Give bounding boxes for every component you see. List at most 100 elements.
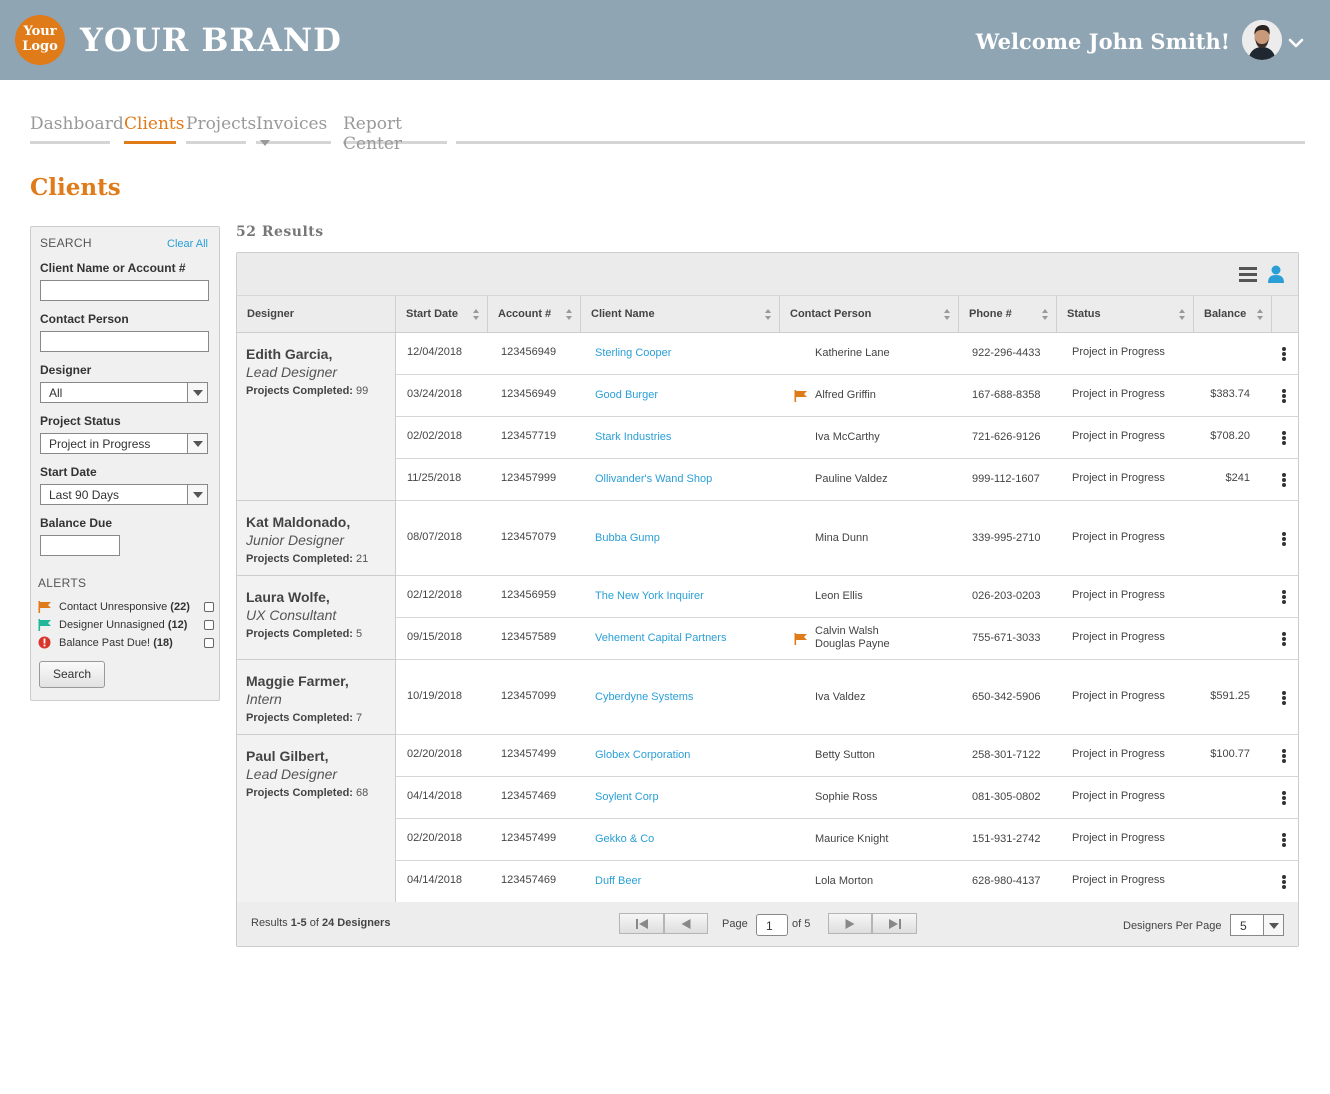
balance-due-input[interactable] — [40, 535, 120, 556]
more-options-icon[interactable] — [1282, 473, 1286, 487]
search-button[interactable]: Search — [39, 661, 105, 688]
alert-label-text: Contact Unresponsive — [59, 601, 168, 613]
client-name-link[interactable]: Sterling Cooper — [595, 347, 671, 360]
alert-label-text: Balance Past Due! — [59, 637, 151, 649]
col-balance[interactable]: Balance — [1194, 296, 1272, 332]
more-options-icon[interactable] — [1282, 875, 1286, 889]
col-client-name[interactable]: Client Name — [581, 296, 780, 332]
tab-report-center[interactable]: Report Center — [343, 110, 447, 154]
designer-role: UX Consultant — [246, 607, 337, 623]
table-row[interactable]: 04/14/2018 123457469 Duff Beer Lola Morton 6… — [396, 861, 1298, 903]
brand-logo[interactable]: Your Logo — [15, 15, 65, 65]
client-name-link[interactable]: Vehement Capital Partners — [595, 632, 726, 645]
more-options-icon[interactable] — [1282, 691, 1286, 705]
table-row[interactable]: 11/25/2018 123457999 Ollivander's Wand Sho… — [396, 459, 1298, 501]
clear-all-link[interactable]: Clear All — [167, 238, 208, 250]
sort-icon[interactable] — [473, 309, 479, 320]
alert-checkbox[interactable] — [204, 638, 214, 648]
start-date-cell: 02/20/2018 — [407, 748, 463, 760]
list-view-icon[interactable] — [1239, 267, 1257, 282]
more-options-icon[interactable] — [1282, 431, 1286, 445]
dropdown-arrow-icon[interactable] — [1263, 915, 1283, 935]
tab-dashboard[interactable]: Dashboard — [30, 110, 124, 144]
start-date-label: Start Date — [40, 465, 97, 479]
start-date-select[interactable]: Last 90 Days — [40, 484, 208, 505]
project-status-select[interactable]: Project in Progress — [40, 433, 208, 454]
account-cell: 123457469 — [501, 874, 557, 886]
more-options-icon[interactable] — [1282, 389, 1286, 403]
client-name-link[interactable]: Gekko & Co — [595, 833, 654, 846]
tab-clients[interactable]: Clients — [124, 110, 184, 144]
status-cell: Project in Progress — [1072, 346, 1165, 358]
next-page-button[interactable] — [828, 913, 872, 934]
tab-label: Dashboard — [30, 114, 124, 134]
client-name-link[interactable]: Duff Beer — [595, 875, 641, 888]
client-name-link[interactable]: Good Burger — [595, 389, 658, 402]
table-row[interactable]: 09/15/2018 123457589 Vehement Capital Part… — [396, 618, 1298, 660]
contact-person-input[interactable] — [40, 331, 209, 352]
col-designer[interactable]: Designer — [237, 296, 396, 332]
table-row[interactable]: 02/20/2018 123457499 Gekko & Co Maurice Kni… — [396, 819, 1298, 861]
alert-label: Designer Unnasigned (12) — [59, 618, 187, 632]
dropdown-arrow-icon[interactable] — [187, 383, 207, 402]
per-page-select[interactable]: 5 — [1230, 914, 1284, 936]
table-row[interactable]: 02/12/2018 123456959 The New York Inquirer… — [396, 576, 1298, 618]
client-name-link[interactable]: The New York Inquirer — [595, 590, 704, 603]
contact-person-cell: Betty Sutton — [815, 749, 875, 761]
table-row[interactable]: 04/14/2018 123457469 Soylent Corp Sophie Ro… — [396, 777, 1298, 819]
last-page-button[interactable] — [872, 913, 917, 934]
projects-completed-count: 7 — [356, 712, 363, 724]
table-row[interactable]: 10/19/2018 123457099 Cyberdyne Systems Iva … — [396, 660, 1298, 735]
col-status[interactable]: Status — [1057, 296, 1194, 332]
page-number-input[interactable]: 1 — [756, 914, 788, 936]
sort-icon[interactable] — [944, 309, 950, 320]
account-cell: 123457099 — [501, 690, 557, 702]
contact-person-cell: Leon Ellis — [815, 590, 863, 602]
user-view-icon[interactable] — [1268, 265, 1284, 283]
col-start-date[interactable]: Start Date — [396, 296, 488, 332]
first-page-button[interactable] — [619, 913, 664, 934]
client-name-link[interactable]: Bubba Gump — [595, 532, 660, 545]
client-name-link[interactable]: Cyberdyne Systems — [595, 691, 693, 704]
table-row[interactable]: 12/04/2018 123456949 Sterling Cooper Kather… — [396, 333, 1298, 375]
client-name-input[interactable] — [40, 280, 209, 301]
user-avatar[interactable] — [1242, 20, 1282, 60]
table-row[interactable]: 02/20/2018 123457499 Globex Corporation Bet… — [396, 735, 1298, 777]
column-label: Designer — [247, 308, 295, 320]
alert-checkbox[interactable] — [204, 620, 214, 630]
more-options-icon[interactable] — [1282, 590, 1286, 604]
col-account[interactable]: Account # — [488, 296, 581, 332]
status-cell: Project in Progress — [1072, 748, 1165, 760]
column-label: Account # — [498, 308, 552, 320]
table-row[interactable]: 02/02/2018 123457719 Stark Industries Iva M… — [396, 417, 1298, 459]
sort-icon[interactable] — [566, 309, 572, 320]
prev-page-button[interactable] — [664, 913, 708, 934]
col-phone[interactable]: Phone # — [959, 296, 1057, 332]
sort-icon[interactable] — [1042, 309, 1048, 320]
more-options-icon[interactable] — [1282, 791, 1286, 805]
sort-icon[interactable] — [1257, 309, 1263, 320]
col-contact-person[interactable]: Contact Person — [780, 296, 959, 332]
designer-select[interactable]: All — [40, 382, 208, 403]
more-options-icon[interactable] — [1282, 833, 1286, 847]
designer-name: Kat Maldonado, — [246, 514, 351, 530]
client-name-link[interactable]: Soylent Corp — [595, 791, 659, 804]
tab-invoices[interactable]: Invoices — [256, 110, 331, 146]
client-name-link[interactable]: Stark Industries — [595, 431, 671, 444]
dropdown-arrow-icon[interactable] — [187, 485, 207, 504]
more-options-icon[interactable] — [1282, 749, 1286, 763]
client-name-link[interactable]: Globex Corporation — [595, 749, 690, 762]
sort-icon[interactable] — [765, 309, 771, 320]
more-options-icon[interactable] — [1282, 632, 1286, 646]
tab-projects[interactable]: Projects — [186, 110, 256, 144]
more-options-icon[interactable] — [1282, 347, 1286, 361]
chevron-down-icon[interactable] — [1286, 33, 1306, 53]
alert-checkbox[interactable] — [204, 602, 214, 612]
sort-icon[interactable] — [1179, 309, 1185, 320]
table-row[interactable]: 03/24/2018 123456949 Good Burger Alfred Gri… — [396, 375, 1298, 417]
client-name-link[interactable]: Ollivander's Wand Shop — [595, 473, 712, 486]
projects-completed-label: Projects Completed: — [246, 787, 353, 799]
dropdown-arrow-icon[interactable] — [187, 434, 207, 453]
more-options-icon[interactable] — [1282, 532, 1286, 546]
table-row[interactable]: 08/07/2018 123457079 Bubba Gump Mina Dunn 33… — [396, 501, 1298, 576]
